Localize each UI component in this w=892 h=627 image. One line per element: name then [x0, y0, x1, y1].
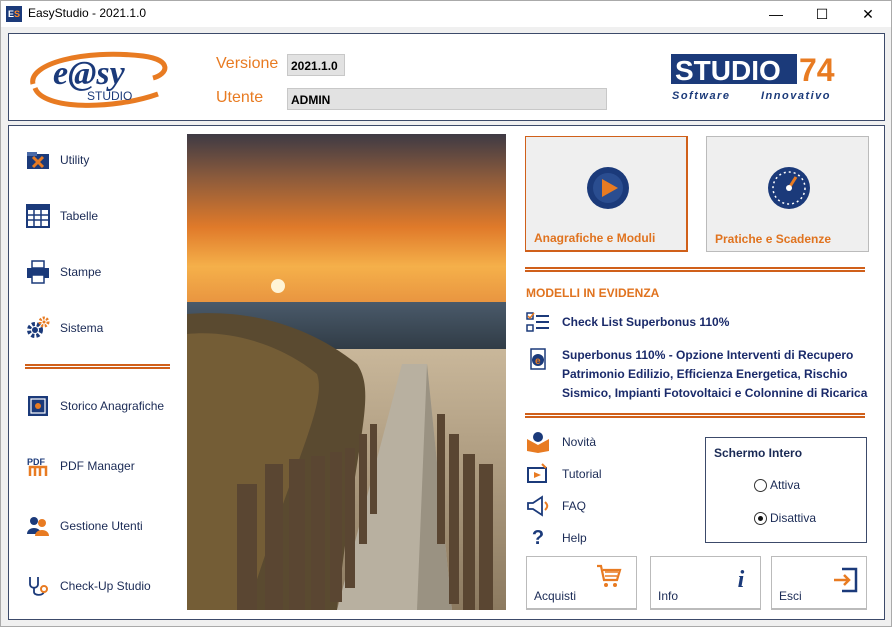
info-icon: i	[737, 567, 745, 593]
window-title: EasyStudio - 2021.1.0	[28, 6, 147, 20]
pdf-icon: PDF	[26, 454, 50, 478]
header-panel: e@sy STUDIO Versione 2021.1.0 Utente ADM…	[8, 33, 885, 121]
modello-line-3: Sismico, Impianti Fotovoltaici e Colonni…	[562, 386, 868, 400]
speedometer-icon	[768, 167, 810, 209]
users-icon	[26, 514, 50, 538]
menu-item-storico-anagrafiche[interactable]: Storico Anagrafiche	[26, 393, 164, 419]
link-faq[interactable]: FAQ	[526, 495, 586, 517]
link-label: Tutorial	[562, 467, 602, 481]
menu-label: Storico Anagrafiche	[60, 399, 165, 413]
link-label: Novità	[562, 435, 597, 449]
menu-label: Stampe	[60, 265, 102, 279]
svg-text:e: e	[535, 356, 541, 367]
link-tutorial[interactable]: Tutorial	[526, 463, 602, 485]
menu-label: Sistema	[60, 321, 104, 335]
pratiche-label: Pratiche e Scadenze	[715, 232, 832, 246]
title-bar: ES EasyStudio - 2021.1.0 — ☐ ✕	[1, 1, 891, 27]
acquisti-button[interactable]: Acquisti	[526, 556, 637, 610]
menu-item-check-up-studio[interactable]: Check-Up Studio	[26, 573, 151, 599]
sidebar-divider	[25, 364, 170, 369]
maximize-button[interactable]: ☐	[799, 1, 845, 27]
logo-subtext: STUDIO	[87, 89, 132, 103]
radio-button[interactable]	[754, 478, 767, 492]
fullscreen-group: Schermo Intero Attiva Disattiva	[705, 437, 867, 543]
question-icon: ?	[531, 526, 545, 549]
section-divider	[525, 413, 865, 418]
toolbox-icon	[26, 148, 50, 172]
studio74-logo: STUDIO 74 Software Innovativo	[671, 52, 835, 102]
esci-label: Esci	[779, 589, 802, 603]
link-help[interactable]: ? Help	[526, 527, 587, 549]
application-window: ES EasyStudio - 2021.1.0 — ☐ ✕ e@sy STUD…	[0, 0, 892, 627]
modello-line-2: Patrimonio Edilizio, Efficienza Energeti…	[562, 367, 848, 381]
gears-icon	[26, 316, 50, 340]
anagrafiche-moduli-button[interactable]: Anagrafiche e Moduli	[525, 136, 688, 252]
book-icon	[526, 431, 550, 453]
menu-item-tabelle[interactable]: Tabelle	[26, 203, 98, 229]
menu-item-utility[interactable]: Utility	[26, 147, 89, 173]
user-field: ADMIN	[287, 88, 607, 110]
link-label: FAQ	[562, 499, 587, 513]
version-field: 2021.1.0	[287, 54, 345, 76]
main-panel: Utility Tabelle Stampe Sistema Storico A…	[8, 125, 885, 620]
megaphone-icon	[526, 495, 550, 517]
info-label: Info	[658, 589, 679, 603]
logo-text: e@sy	[53, 55, 126, 92]
menu-item-pdf-manager[interactable]: PDF PDF Manager	[26, 453, 135, 479]
cart-icon	[597, 564, 622, 587]
radio-button-selected[interactable]	[754, 511, 767, 525]
checklist-icon	[526, 312, 550, 339]
menu-label: Tabelle	[60, 209, 99, 223]
link-novita[interactable]: Novità	[526, 431, 596, 453]
stethoscope-icon	[26, 574, 50, 598]
user-label: Utente	[216, 89, 264, 106]
brand-tagline-2: Innovativo	[761, 90, 831, 102]
radio-disattiva[interactable]: Disattiva	[754, 511, 816, 525]
info-button[interactable]: i Info	[650, 556, 761, 610]
fullscreen-title: Schermo Intero	[714, 446, 803, 460]
menu-item-stampe[interactable]: Stampe	[26, 259, 101, 285]
modello-item-superbonus[interactable]: Superbonus 110% - Opzione Interventi di …	[562, 346, 867, 403]
radio-attiva[interactable]: Attiva	[754, 478, 800, 492]
ie-document-icon: e	[526, 347, 550, 376]
menu-label: Gestione Utenti	[60, 519, 143, 533]
table-icon	[26, 204, 50, 228]
modello-item-checklist[interactable]: Check List Superbonus 110%	[562, 313, 729, 332]
anagrafiche-label: Anagrafiche e Moduli	[534, 231, 656, 245]
menu-item-sistema[interactable]: Sistema	[26, 315, 103, 341]
play-icon	[587, 167, 629, 209]
link-label: Help	[562, 531, 587, 545]
section-divider	[525, 267, 865, 272]
brand-tagline-1: Software	[672, 90, 730, 102]
svg-text:PDF: PDF	[27, 457, 46, 467]
app-icon: ES	[6, 6, 22, 22]
close-button[interactable]: ✕	[845, 1, 891, 27]
exit-icon	[834, 567, 858, 593]
version-label: Versione	[216, 55, 279, 72]
tutorial-icon	[526, 463, 550, 485]
modello-line-1: Superbonus 110% - Opzione Interventi di …	[562, 348, 854, 362]
menu-label: Utility	[60, 153, 90, 167]
brand-number: 74	[799, 52, 835, 88]
menu-item-gestione-utenti[interactable]: Gestione Utenti	[26, 513, 143, 539]
menu-label: Check-Up Studio	[60, 579, 151, 593]
printer-icon	[26, 260, 50, 284]
minimize-button[interactable]: —	[753, 1, 799, 27]
esci-button[interactable]: Esci	[771, 556, 867, 610]
easystudio-logo: e@sy STUDIO	[30, 51, 168, 108]
brand-name: STUDIO	[675, 55, 781, 86]
sunset-beach-image	[187, 134, 506, 610]
menu-label: PDF Manager	[60, 459, 135, 473]
acquisti-label: Acquisti	[534, 589, 577, 603]
pratiche-scadenze-button[interactable]: Pratiche e Scadenze	[706, 136, 869, 252]
modelli-title: MODELLI IN EVIDENZA	[526, 286, 660, 300]
radio-label: Disattiva	[770, 511, 817, 525]
safe-icon	[26, 394, 50, 418]
radio-label: Attiva	[770, 478, 801, 492]
